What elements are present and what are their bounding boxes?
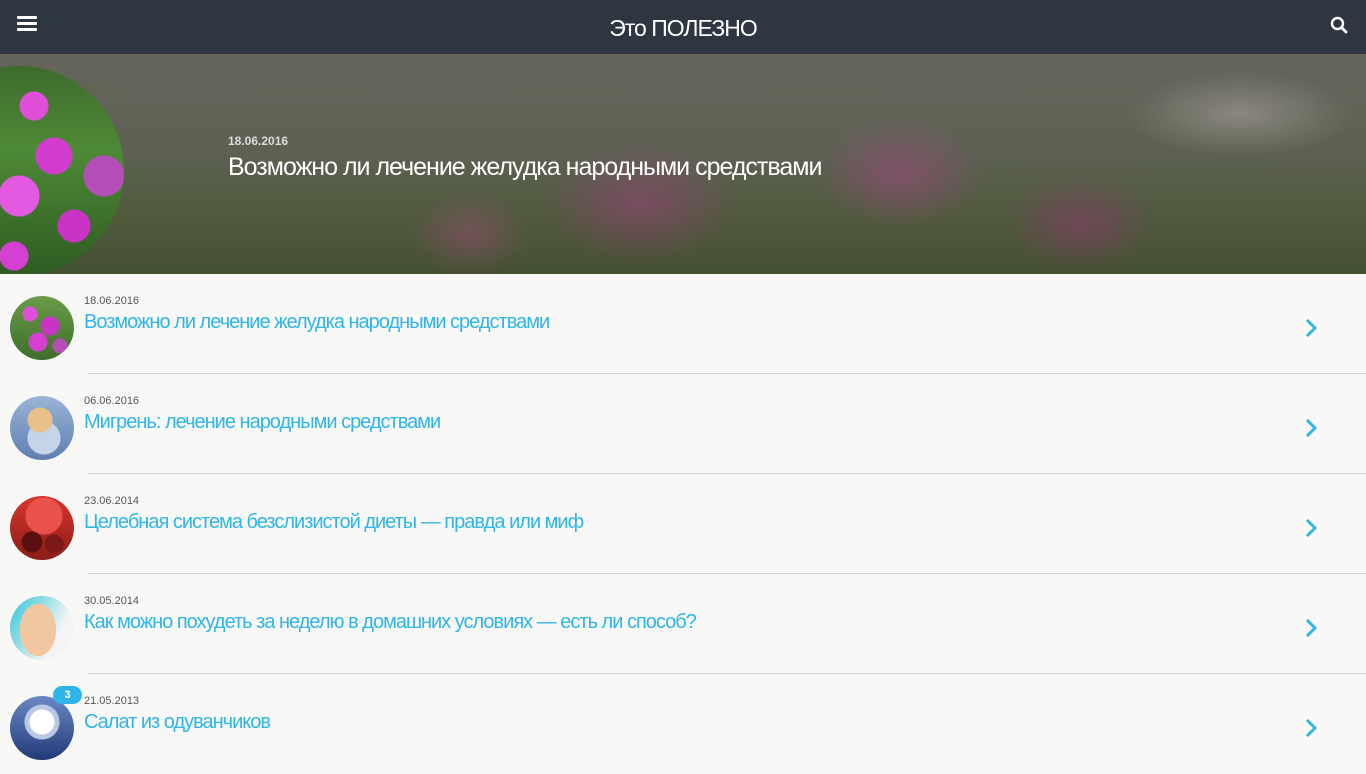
article-thumbnail[interactable] <box>10 496 74 560</box>
article-date: 30.05.2014 <box>84 595 140 607</box>
article-date: 06.06.2016 <box>84 395 140 407</box>
article-thumbnail[interactable] <box>10 696 74 760</box>
comment-count-badge[interactable]: 3 <box>53 686 82 704</box>
article-thumbnail[interactable] <box>10 296 74 360</box>
article-list: 18.06.2016 Возможно ли лечение желудка н… <box>0 274 1366 774</box>
article-item[interactable]: 06.06.2016 Мигрень: лечение народными ср… <box>0 374 1366 474</box>
featured-article-date: 18.06.2016 <box>228 134 289 148</box>
article-item[interactable]: 18.06.2016 Возможно ли лечение желудка н… <box>0 274 1366 374</box>
chevron-right-icon[interactable] <box>1303 617 1319 639</box>
chevron-right-icon[interactable] <box>1303 417 1319 439</box>
article-item[interactable]: 3 21.05.2013 Салат из одуванчиков <box>0 674 1366 774</box>
article-title-link[interactable]: Возможно ли лечение желудка народными ср… <box>84 311 550 334</box>
chevron-right-icon[interactable] <box>1303 517 1319 539</box>
article-thumbnail[interactable] <box>10 396 74 460</box>
top-bar: Это ПОЛЕЗНО <box>0 0 1366 54</box>
article-title-link[interactable]: Мигрень: лечение народными средствами <box>84 411 441 434</box>
article-title-link[interactable]: Целебная система безслизистой диеты — пр… <box>84 511 584 534</box>
article-item[interactable]: 30.05.2014 Как можно похудеть за неделю … <box>0 574 1366 674</box>
featured-article-banner[interactable]: 18.06.2016 Возможно ли лечение желудка н… <box>0 54 1366 274</box>
search-icon[interactable] <box>1330 16 1350 36</box>
article-date: 18.06.2016 <box>84 295 140 307</box>
chevron-right-icon[interactable] <box>1303 717 1319 739</box>
featured-article-title[interactable]: Возможно ли лечение желудка народными ср… <box>228 153 822 182</box>
article-thumbnail[interactable] <box>10 596 74 660</box>
article-date: 23.06.2014 <box>84 495 140 507</box>
article-title-link[interactable]: Салат из одуванчиков <box>84 711 271 734</box>
article-date: 21.05.2013 <box>84 695 140 707</box>
article-item[interactable]: 23.06.2014 Целебная система безслизистой… <box>0 474 1366 574</box>
article-title-link[interactable]: Как можно похудеть за неделю в домашних … <box>84 611 697 634</box>
chevron-right-icon[interactable] <box>1303 317 1319 339</box>
site-title[interactable]: Это ПОЛЕЗНО <box>0 15 1366 42</box>
